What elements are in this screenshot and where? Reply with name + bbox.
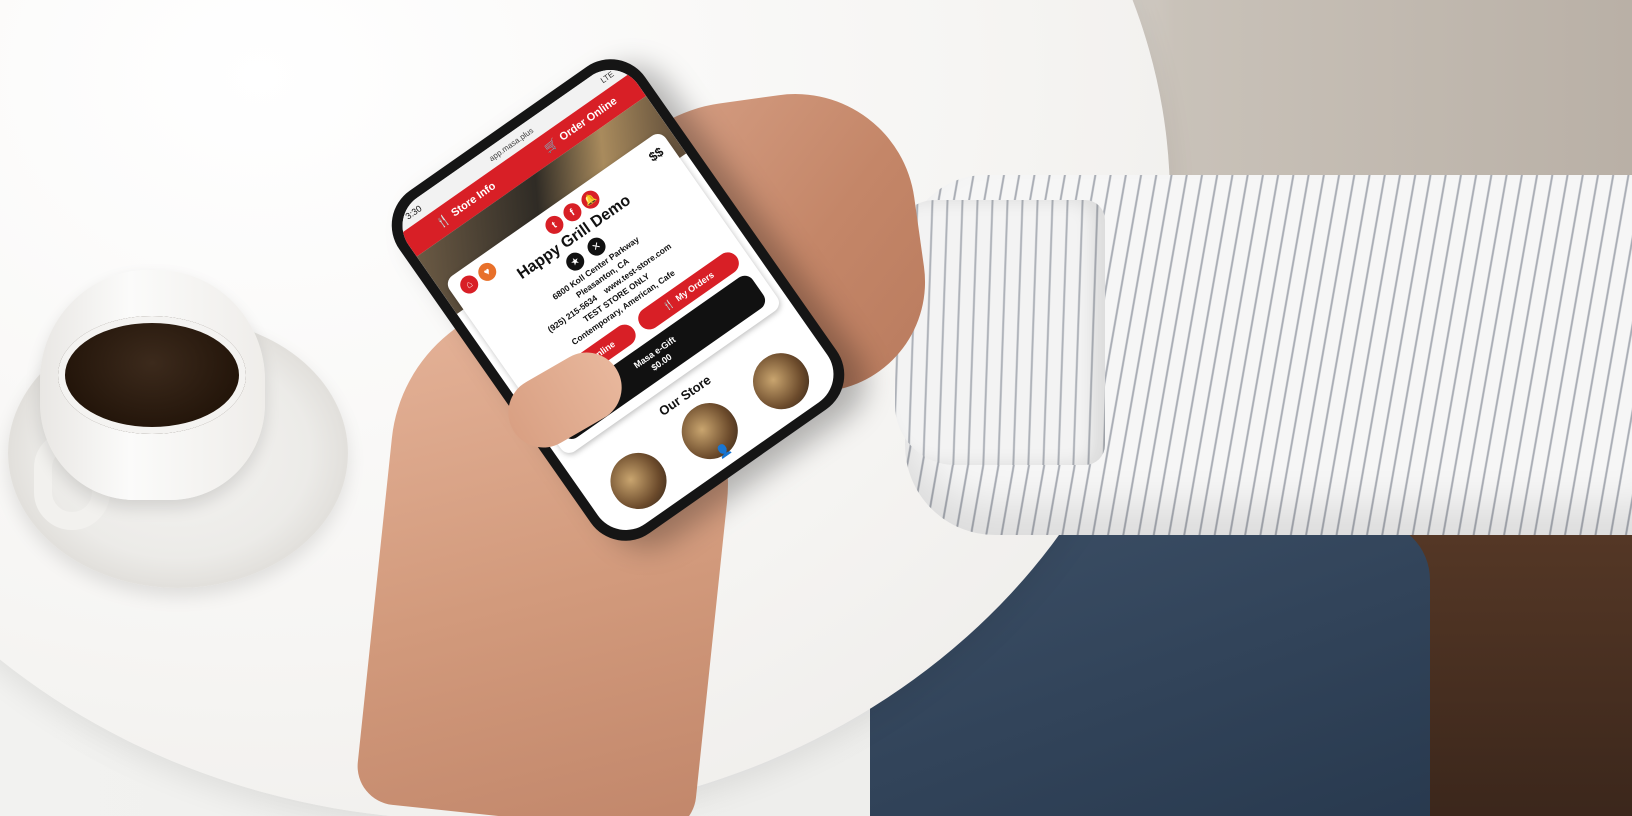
utensils-icon: 🍴 — [660, 297, 676, 312]
signal-indicator: LTE — [598, 69, 616, 85]
store-icon: 🍴 — [434, 212, 453, 231]
price-level: $$ — [645, 143, 667, 165]
shirt-cuff — [895, 200, 1105, 465]
cart-icon: 🛒 — [542, 136, 561, 155]
photo-scene: 3:30 app.masa.plus LTE 🍴 Store Info 🛒 Or… — [0, 0, 1632, 816]
coffee — [58, 316, 246, 434]
